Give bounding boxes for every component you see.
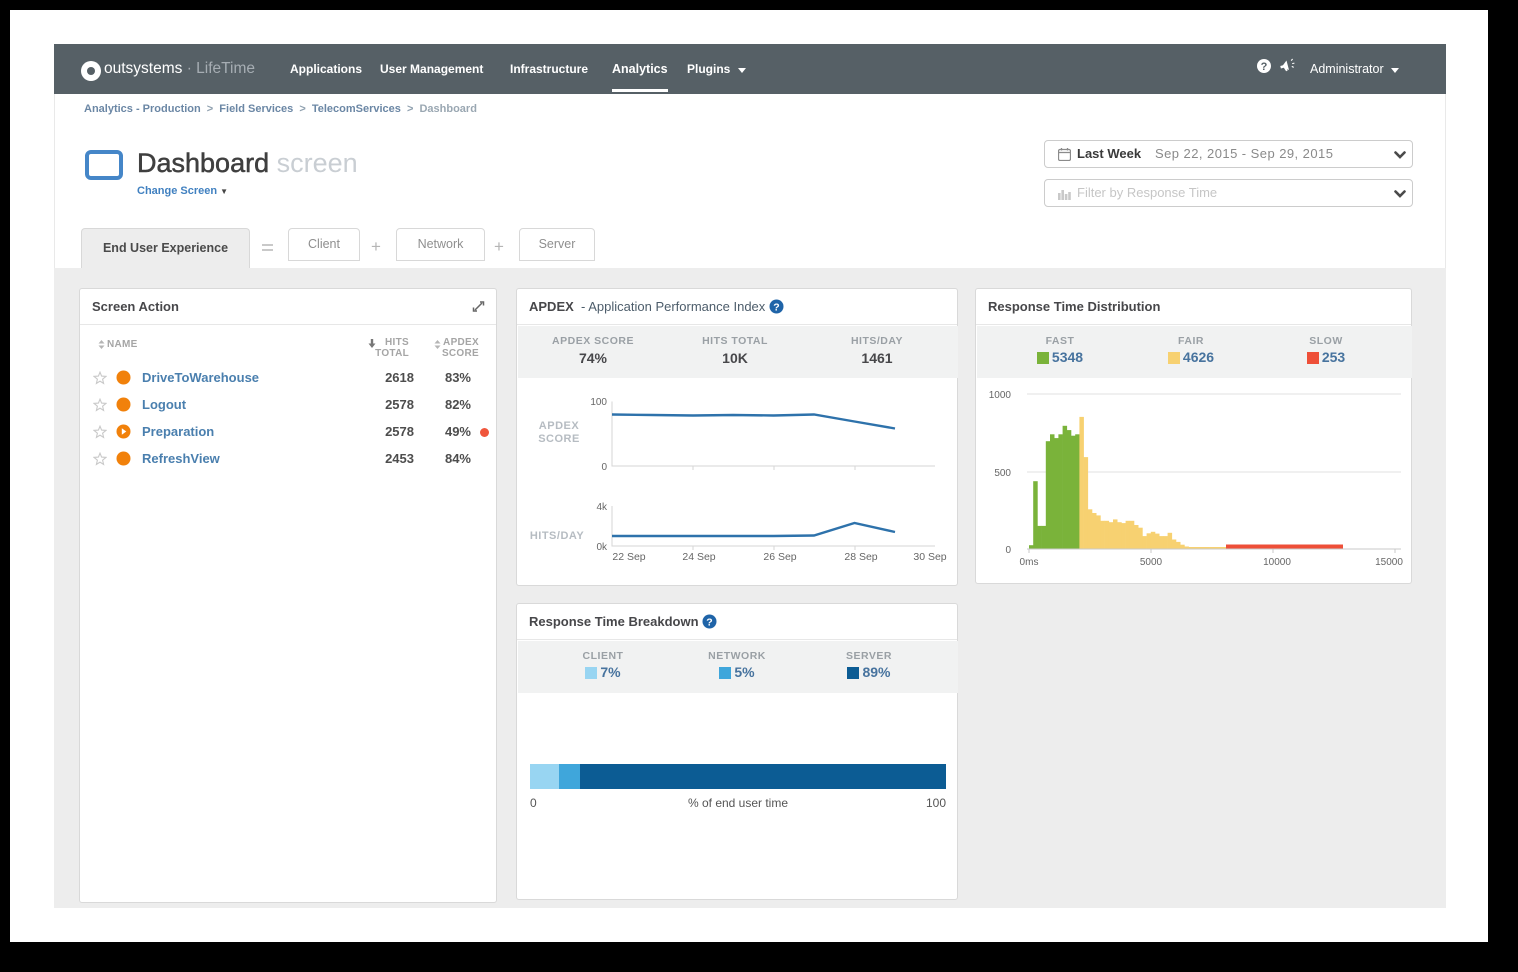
svg-text:26 Sep: 26 Sep	[763, 551, 796, 563]
svg-text:?: ?	[773, 301, 779, 313]
svg-text:15000: 15000	[1375, 557, 1403, 568]
svg-text:22 Sep: 22 Sep	[612, 551, 645, 563]
svg-text:HITS/DAY: HITS/DAY	[530, 530, 584, 542]
svg-text:?: ?	[706, 616, 712, 628]
svg-text:0: 0	[1005, 545, 1011, 556]
svg-text:5000: 5000	[1140, 557, 1163, 568]
svg-text:0k: 0k	[596, 542, 608, 553]
svg-text:0: 0	[601, 462, 607, 473]
svg-text:500: 500	[994, 468, 1011, 479]
svg-text:SCORE: SCORE	[538, 433, 580, 445]
svg-text:30 Sep: 30 Sep	[913, 551, 946, 563]
svg-text:4k: 4k	[596, 502, 608, 513]
svg-text:?: ?	[1261, 61, 1268, 73]
svg-text:28 Sep: 28 Sep	[844, 551, 877, 563]
svg-text:24 Sep: 24 Sep	[682, 551, 715, 563]
svg-text:APDEX: APDEX	[539, 420, 580, 432]
svg-text:1000: 1000	[989, 390, 1012, 401]
svg-text:10000: 10000	[1263, 557, 1291, 568]
svg-text:100: 100	[590, 397, 607, 408]
svg-text:0ms: 0ms	[1020, 557, 1039, 568]
